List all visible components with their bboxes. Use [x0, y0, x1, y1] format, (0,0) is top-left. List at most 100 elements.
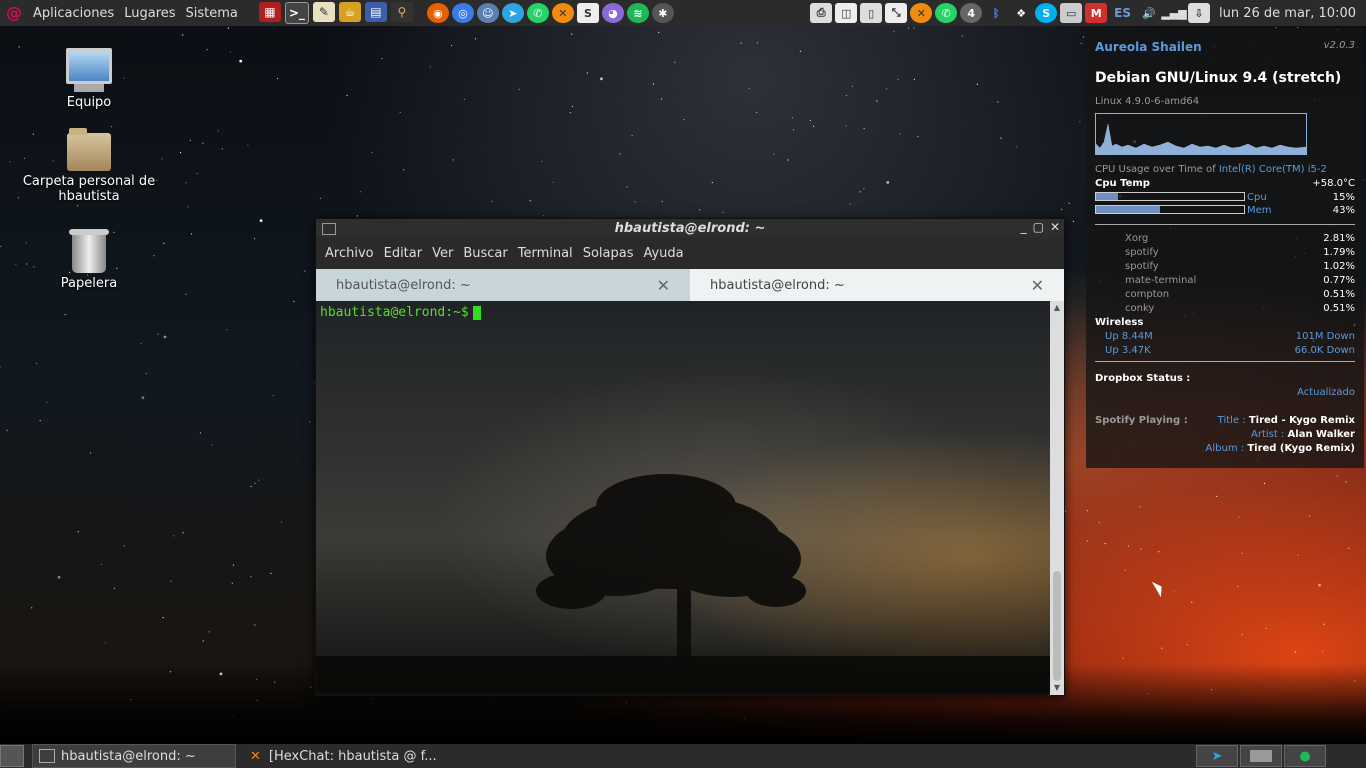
- desktop-icon-label: Papelera: [60, 276, 118, 291]
- debian-logo-icon[interactable]: @: [6, 5, 22, 21]
- scroll-up-icon[interactable]: ▲: [1050, 301, 1064, 315]
- taskbar-item-hexchat[interactable]: ✕ [HexChat: hbautista @ f...: [244, 745, 443, 767]
- menu-places[interactable]: Lugares: [119, 6, 180, 21]
- firefox-icon[interactable]: ◉: [426, 3, 449, 23]
- cpu-temp-label: Cpu Temp: [1095, 178, 1150, 189]
- menu-terminal[interactable]: Terminal: [513, 246, 578, 261]
- terminal-tab-2[interactable]: hbautista@elrond: ~ ✕: [690, 269, 1064, 301]
- terminal-launcher-icon[interactable]: >_: [284, 2, 309, 24]
- spotify-icon[interactable]: ≋: [626, 3, 649, 23]
- volume-icon[interactable]: 🔊: [1138, 3, 1161, 23]
- conky-kernel: Linux 4.9.0-6-amd64: [1095, 96, 1200, 107]
- process-row: mate-terminal 0.77%: [1125, 275, 1355, 286]
- gmail-notifier-icon[interactable]: M: [1085, 3, 1108, 23]
- process-row: spotify 1.02%: [1125, 261, 1355, 272]
- presentation-icon[interactable]: ◫: [835, 3, 858, 23]
- terminal-task-icon: [39, 749, 55, 763]
- desktop-icon-trash[interactable]: Papelera: [19, 229, 159, 291]
- workspace-3[interactable]: ●: [1284, 745, 1326, 767]
- cpu-model: Intel(R) Core(TM) i5-2: [1218, 164, 1327, 175]
- home-folder-icon: [67, 128, 111, 171]
- scrollbar-thumb[interactable]: [1053, 571, 1061, 681]
- window-titlebar[interactable]: hbautista@elrond: ~ _ ▢ ✕: [316, 219, 1064, 237]
- mem-bar: [1095, 205, 1245, 214]
- chromium-icon[interactable]: ◎: [451, 3, 474, 23]
- spotify-album-label: Album :: [1205, 443, 1245, 454]
- terminal-window[interactable]: hbautista@elrond: ~ _ ▢ ✕ Archivo Editar…: [315, 218, 1065, 696]
- skype-icon[interactable]: S: [1035, 3, 1058, 23]
- process-percent: 2.81%: [1323, 233, 1355, 244]
- mem-label: Mem: [1247, 205, 1272, 216]
- dropbox-icon[interactable]: ❖: [1010, 3, 1033, 23]
- drive-icon[interactable]: ▭: [1060, 3, 1083, 23]
- cpu-temp-value: +58.0°C: [1312, 178, 1355, 189]
- process-name: spotify: [1125, 261, 1159, 272]
- terminal-tab-1[interactable]: hbautista@elrond: ~ ✕: [316, 269, 690, 301]
- search-icon[interactable]: ⚲: [390, 2, 413, 22]
- hexchat-task-icon: ✕: [250, 748, 261, 764]
- tab-close-icon[interactable]: ✕: [1031, 276, 1044, 295]
- desktop-icon-computer[interactable]: Equipo: [19, 48, 159, 110]
- desktop-icon-label: Carpeta personal de hbautista: [22, 174, 156, 204]
- process-percent: 0.77%: [1323, 275, 1355, 286]
- calculator-icon[interactable]: ▤: [364, 2, 387, 22]
- hexchat-tray-icon[interactable]: ✕: [910, 3, 933, 23]
- menu-applications[interactable]: Aplicaciones: [28, 6, 119, 21]
- updates-icon[interactable]: ⇩: [1188, 3, 1211, 23]
- text-editor-icon[interactable]: ✎: [312, 2, 335, 22]
- shutter-icon[interactable]: ⤡: [885, 3, 908, 23]
- tab-close-icon[interactable]: ✕: [657, 276, 670, 295]
- cpu-bar: [1095, 192, 1245, 201]
- bug-icon[interactable]: ✱: [651, 3, 674, 23]
- owl-icon[interactable]: ◕: [601, 3, 624, 23]
- close-icon[interactable]: ✕: [1050, 220, 1060, 234]
- scroll-down-icon[interactable]: ▼: [1050, 681, 1064, 695]
- whatsapp-icon[interactable]: ✆: [526, 3, 549, 23]
- show-desktop-icon[interactable]: [0, 745, 24, 767]
- whatsapp-tray-icon[interactable]: ✆: [935, 3, 958, 23]
- menu-buscar[interactable]: Buscar: [458, 246, 512, 261]
- hexchat-icon[interactable]: ✕: [551, 3, 574, 23]
- taskbar-item-terminal[interactable]: hbautista@elrond: ~: [32, 744, 236, 768]
- menu-ayuda[interactable]: Ayuda: [638, 246, 688, 261]
- slack-icon[interactable]: S: [576, 3, 599, 23]
- notification-count-badge[interactable]: 4: [960, 3, 983, 23]
- shell-prompt: hbautista@elrond:~$: [320, 305, 481, 320]
- terminal-scrollbar[interactable]: ▲ ▼: [1050, 301, 1064, 695]
- menu-solapas[interactable]: Solapas: [578, 246, 639, 261]
- wireless-down-rate: 66.0K Down: [1294, 345, 1355, 356]
- workspace-2[interactable]: [1240, 745, 1282, 767]
- process-percent: 0.51%: [1323, 303, 1355, 314]
- maximize-icon[interactable]: ▢: [1033, 220, 1044, 234]
- clock[interactable]: lun 26 de mar, 10:00: [1219, 6, 1356, 21]
- bluetooth-icon[interactable]: ᛒ: [985, 3, 1008, 23]
- spotify-artist: Alan Walker: [1287, 429, 1355, 440]
- taskbar-item-label: [HexChat: hbautista @ f...: [268, 748, 437, 764]
- conky-divider: [1095, 224, 1355, 225]
- menu-ver[interactable]: Ver: [427, 246, 458, 261]
- wireless-up-rate: Up 3.47K: [1105, 345, 1151, 356]
- window-menu-icon[interactable]: [322, 223, 336, 235]
- desktop-icon-home-folder[interactable]: Carpeta personal de hbautista: [19, 128, 159, 204]
- cpu-usage-graph: [1095, 113, 1307, 155]
- wifi-signal-icon[interactable]: ▂▄▆: [1161, 3, 1187, 23]
- menu-archivo[interactable]: Archivo: [320, 246, 379, 261]
- system-monitor-icon[interactable]: ▦: [258, 2, 281, 22]
- telegram-icon[interactable]: ➤: [501, 3, 524, 23]
- teapot-icon[interactable]: ☕: [338, 2, 361, 22]
- terminal-content[interactable]: hbautista@elrond:~$ ▲ ▼: [316, 301, 1064, 695]
- minimize-icon[interactable]: _: [1021, 220, 1027, 234]
- terminal-tabs: hbautista@elrond: ~ ✕ hbautista@elrond: …: [316, 269, 1064, 301]
- user-avatar-icon[interactable]: ☺: [476, 3, 499, 23]
- workspace-1[interactable]: ➤: [1196, 745, 1238, 767]
- screenshot-icon[interactable]: ⎙: [810, 3, 833, 23]
- cpu-usage-label: CPU Usage over Time of: [1095, 164, 1216, 175]
- menu-editar[interactable]: Editar: [379, 246, 428, 261]
- trash-icon: [69, 229, 109, 273]
- keyboard-layout-indicator[interactable]: ES: [1114, 6, 1131, 20]
- usb-drive-icon[interactable]: ▯: [860, 3, 883, 23]
- conky-version: v2.0.3: [1323, 40, 1355, 51]
- spotify-title: Tired - Kygo Remix: [1248, 415, 1355, 426]
- menu-system[interactable]: Sistema: [181, 6, 243, 21]
- process-percent: 1.79%: [1323, 247, 1355, 258]
